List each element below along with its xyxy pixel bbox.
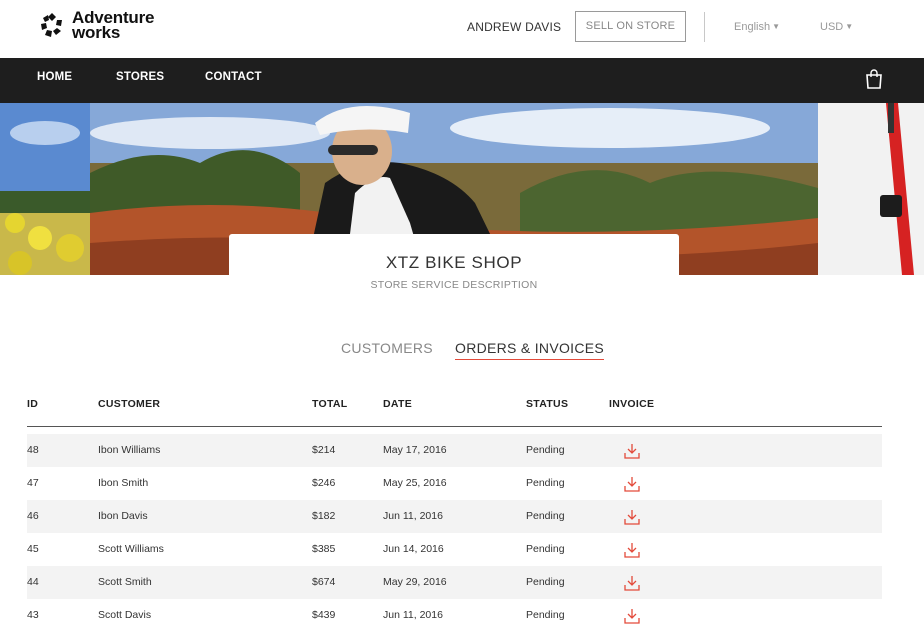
shopping-bag-icon[interactable] [864, 69, 884, 89]
cell-customer: Scott Davis [98, 609, 152, 621]
cell-total: $182 [312, 510, 336, 522]
column-header-id: ID [27, 398, 39, 410]
cell-id: 45 [27, 543, 39, 555]
cell-customer: Ibon Davis [98, 510, 148, 522]
cell-id: 48 [27, 444, 39, 456]
cell-status: Pending [526, 444, 565, 456]
store-description: STORE SERVICE DESCRIPTION [370, 279, 538, 291]
cell-id: 46 [27, 510, 39, 522]
column-header-customer: CUSTOMER [98, 398, 161, 410]
logo-icon [41, 13, 62, 37]
chevron-down-icon: ▼ [845, 22, 854, 31]
orders-table: ID CUSTOMER TOTAL DATE STATUS INVOICE 48… [27, 392, 882, 625]
column-header-date: DATE [383, 398, 413, 410]
cell-status: Pending [526, 477, 565, 489]
cell-date: Jun 11, 2016 [383, 609, 443, 621]
tab-customers[interactable]: CUSTOMERS [341, 340, 433, 356]
cell-status: Pending [526, 576, 565, 588]
language-select[interactable]: English ▼ [734, 21, 780, 33]
tab-orders-invoices[interactable]: ORDERS & INVOICES [455, 340, 605, 360]
cell-date: May 17, 2016 [383, 444, 447, 456]
brand-logo[interactable]: Adventure works [39, 9, 154, 42]
top-bar: Adventure works ANDREW DAVIS SELL ON STO… [0, 0, 924, 58]
download-icon[interactable] [624, 476, 640, 492]
header-divider [704, 12, 705, 42]
cell-total: $385 [312, 543, 336, 555]
column-header-total: TOTAL [312, 398, 348, 410]
hero-image-right [818, 103, 924, 275]
cell-total: $214 [312, 444, 336, 456]
cell-total: $674 [312, 576, 336, 588]
table-body: 48 Ibon Williams $214 May 17, 2016 Pendi… [27, 434, 882, 632]
currency-select[interactable]: USD ▼ [820, 21, 853, 33]
download-icon[interactable] [624, 443, 640, 459]
cell-status: Pending [526, 543, 565, 555]
column-header-invoice: INVOICE [609, 398, 655, 410]
cell-id: 47 [27, 477, 39, 489]
cell-date: May 29, 2016 [383, 576, 447, 588]
chevron-down-icon: ▼ [772, 22, 780, 31]
cell-date: Jun 11, 2016 [383, 510, 443, 522]
language-value: English [734, 21, 771, 33]
sell-on-store-button[interactable]: SELL ON STORE [575, 11, 686, 42]
cell-date: Jun 14, 2016 [383, 543, 444, 555]
store-card: XTZ BIKE SHOP STORE SERVICE DESCRIPTION [229, 234, 679, 300]
nav-stores[interactable]: STORES [116, 71, 164, 83]
hero-image-left [0, 103, 90, 275]
store-name: XTZ BIKE SHOP [385, 253, 523, 272]
cell-total: $246 [312, 477, 336, 489]
table-row: 47 Ibon Smith $246 May 25, 2016 Pending [27, 467, 882, 500]
cell-status: Pending [526, 510, 565, 522]
table-row: 45 Scott Williams $385 Jun 14, 2016 Pend… [27, 533, 882, 566]
cell-total: $439 [312, 609, 336, 621]
nav-contact[interactable]: CONTACT [205, 71, 262, 83]
table-row: 44 Scott Smith $674 May 29, 2016 Pending [27, 566, 882, 599]
cell-id: 44 [27, 576, 39, 588]
nav-home[interactable]: HOME [37, 71, 72, 83]
brand-name: Adventure works [72, 9, 154, 42]
cell-date: May 25, 2016 [383, 477, 447, 489]
cell-customer: Scott Smith [98, 576, 152, 588]
main-nav: HOME STORES CONTACT [0, 58, 924, 103]
table-row: 48 Ibon Williams $214 May 17, 2016 Pendi… [27, 434, 882, 467]
cell-customer: Ibon Williams [98, 444, 161, 456]
download-icon[interactable] [624, 509, 640, 525]
table-row: 43 Scott Davis $439 Jun 11, 2016 Pending [27, 599, 882, 632]
column-header-status: STATUS [526, 398, 569, 410]
cell-customer: Scott Williams [98, 543, 164, 555]
cell-status: Pending [526, 609, 565, 621]
user-name-link[interactable]: ANDREW DAVIS [467, 20, 561, 34]
currency-value: USD [820, 21, 844, 33]
table-header: ID CUSTOMER TOTAL DATE STATUS INVOICE [27, 392, 882, 427]
brand-line-2: works [72, 23, 121, 42]
download-icon[interactable] [624, 608, 640, 624]
cell-customer: Ibon Smith [98, 477, 149, 489]
download-icon[interactable] [624, 575, 640, 591]
cell-id: 43 [27, 609, 39, 621]
table-row: 46 Ibon Davis $182 Jun 11, 2016 Pending [27, 500, 882, 533]
download-icon[interactable] [624, 542, 640, 558]
